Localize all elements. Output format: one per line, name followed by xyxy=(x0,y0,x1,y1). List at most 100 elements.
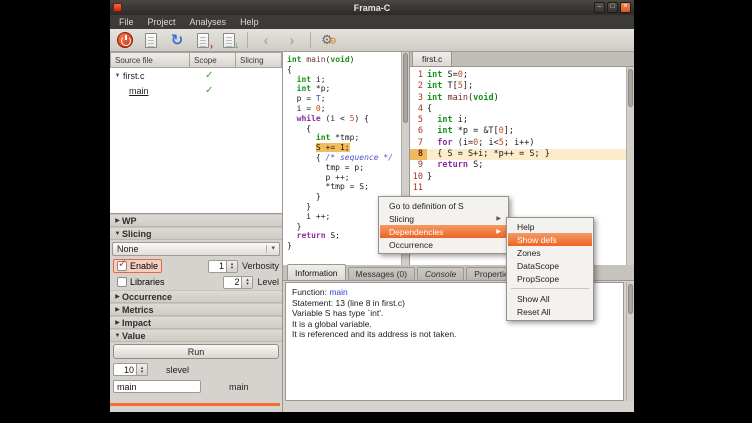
source-line[interactable]: 5 int i; xyxy=(410,115,626,126)
main-function-input[interactable]: main xyxy=(113,380,201,393)
menu-item-label: Help xyxy=(517,222,534,232)
source-line[interactable]: 9 return S; xyxy=(410,160,626,171)
tab-console[interactable]: Console xyxy=(417,267,464,280)
section-impact[interactable]: ▶ Impact xyxy=(110,316,282,329)
source-line[interactable]: 11 xyxy=(410,183,626,194)
info-scrollbar[interactable] xyxy=(626,282,634,401)
analyses-button[interactable]: ⚙⚙ xyxy=(318,30,340,50)
column-source-file[interactable]: Source file xyxy=(110,52,190,68)
source-line[interactable]: 1int S=0; xyxy=(410,70,626,81)
code-line[interactable]: p = T; xyxy=(287,94,409,104)
line-number: 2 xyxy=(410,81,427,92)
tab-information[interactable]: Information xyxy=(287,264,346,280)
libraries-checkbox[interactable] xyxy=(117,277,127,287)
column-slicing[interactable]: Slicing xyxy=(236,52,282,68)
section-occurrence[interactable]: ▶ Occurrence xyxy=(110,290,282,303)
scrollbar-thumb[interactable] xyxy=(628,284,633,314)
code-line[interactable]: int *p; xyxy=(287,84,409,94)
menu-file[interactable]: File xyxy=(112,16,141,28)
submenu-item-propscope[interactable]: PropScope xyxy=(508,272,592,285)
back-button[interactable]: ‹ xyxy=(255,30,277,50)
quit-button[interactable] xyxy=(114,30,136,50)
submenu-item-datascope[interactable]: DataScope xyxy=(508,259,592,272)
spinner-arrows[interactable]: ▴▾ xyxy=(241,277,252,288)
submenu-item-show-all[interactable]: Show All xyxy=(508,292,592,305)
spinner-arrows[interactable]: ▴▾ xyxy=(226,261,237,272)
source-line[interactable]: 4{ xyxy=(410,104,626,115)
code-line[interactable]: { xyxy=(287,65,409,75)
submenu-item-help[interactable]: Help xyxy=(508,220,592,233)
close-button[interactable]: × xyxy=(620,2,631,13)
source-line[interactable]: 2int T[5]; xyxy=(410,81,626,92)
code-line[interactable]: i = 0; xyxy=(287,104,409,114)
spinner-arrows[interactable]: ▴▾ xyxy=(136,364,147,375)
menu-analyses[interactable]: Analyses xyxy=(183,16,234,28)
scrollbar-thumb[interactable] xyxy=(628,69,633,107)
section-label: Impact xyxy=(122,318,151,328)
line-code: { S = S+i; *p++ = S; } xyxy=(427,149,550,160)
power-icon xyxy=(117,32,133,48)
section-value[interactable]: ▼ Value xyxy=(110,329,282,342)
source-line[interactable]: 6 int *p = &T[0]; xyxy=(410,126,626,137)
verbosity-label: Verbosity xyxy=(242,261,279,271)
line-number: 5 xyxy=(410,115,427,126)
run-button[interactable]: Run xyxy=(113,344,279,359)
new-project-button[interactable] xyxy=(140,30,162,50)
forward-button[interactable]: › xyxy=(281,30,303,50)
context-menu-item-slicing[interactable]: Slicing▶ xyxy=(380,212,507,225)
minimize-button[interactable]: – xyxy=(594,2,605,13)
submenu-item-zones[interactable]: Zones xyxy=(508,246,592,259)
code-line[interactable]: int *tmp; xyxy=(287,133,409,143)
enable-checkbox[interactable]: ✓ xyxy=(117,261,127,271)
libraries-option[interactable]: Libraries xyxy=(113,275,169,289)
tab-messages-0[interactable]: Messages (0) xyxy=(348,267,416,280)
code-line[interactable]: tmp = p; xyxy=(287,163,409,173)
section-slicing[interactable]: ▼ Slicing xyxy=(110,227,282,240)
app-icon xyxy=(113,3,122,12)
verbosity-spinner[interactable]: 1 ▴▾ xyxy=(208,260,238,273)
menu-help[interactable]: Help xyxy=(233,16,266,28)
slicing-combo[interactable]: None ▾ xyxy=(112,242,280,256)
code-line[interactable]: int main(void) xyxy=(287,55,409,65)
submenu-item-show-defs[interactable]: Show defs xyxy=(508,233,592,246)
source-scrollbar[interactable] xyxy=(626,67,634,265)
menu-project[interactable]: Project xyxy=(141,16,183,28)
code-line[interactable]: int i; xyxy=(287,75,409,85)
code-line[interactable]: while (i < 5) { xyxy=(287,114,409,124)
section-metrics[interactable]: ▶ Metrics xyxy=(110,303,282,316)
section-wp[interactable]: ▶ WP xyxy=(110,214,282,227)
maximize-button[interactable]: □ xyxy=(607,2,618,13)
toolbar-separator xyxy=(247,32,248,48)
reload-button[interactable]: ↻ xyxy=(166,30,188,50)
source-line[interactable]: 7 for (i=0; i<5; i++) xyxy=(410,138,626,149)
source-line[interactable]: 10} xyxy=(410,172,626,183)
enable-option[interactable]: ✓ Enable xyxy=(113,259,162,273)
context-menu-item-dependencies[interactable]: Dependencies▶ xyxy=(380,225,507,238)
code-line[interactable]: { /* sequence */ xyxy=(287,153,409,163)
back-icon: ‹ xyxy=(264,33,269,47)
code-line[interactable]: p ++; xyxy=(287,173,409,183)
save-session-button[interactable]: ↓ xyxy=(218,30,240,50)
tab-first-c[interactable]: first.c xyxy=(412,51,452,66)
code-line[interactable]: *tmp = S; xyxy=(287,182,409,192)
menu-item-label: Go to definition of S xyxy=(389,201,464,211)
column-scope[interactable]: Scope xyxy=(190,52,236,68)
source-line[interactable]: 3int main(void) xyxy=(410,93,626,104)
source-line[interactable]: 8 { S = S+i; *p++ = S; } xyxy=(410,149,626,160)
code-line[interactable]: { xyxy=(287,124,409,134)
tree-row-main[interactable]: main ✓ xyxy=(110,83,282,98)
level-spinner[interactable]: 2 ▴▾ xyxy=(223,276,253,289)
context-menu-item-go-to-definition-of-s[interactable]: Go to definition of S xyxy=(380,199,507,212)
source-tab-bar: first.c xyxy=(410,52,634,67)
load-session-button[interactable]: › xyxy=(192,30,214,50)
tree-row-first-c[interactable]: ▼ first.c ✓ xyxy=(110,68,282,83)
main-function-label: main xyxy=(229,382,249,392)
code-line[interactable]: S += 1; xyxy=(287,143,409,153)
slevel-spinner[interactable]: 10 ▴▾ xyxy=(113,363,148,376)
window-controls: – □ × xyxy=(594,2,631,13)
scrollbar-thumb[interactable] xyxy=(403,53,408,123)
expander-icon[interactable]: ▼ xyxy=(113,73,122,79)
menu-item-label: Show All xyxy=(517,294,550,304)
submenu-item-reset-all[interactable]: Reset All xyxy=(508,305,592,318)
context-menu-item-occurrence[interactable]: Occurrence xyxy=(380,238,507,251)
